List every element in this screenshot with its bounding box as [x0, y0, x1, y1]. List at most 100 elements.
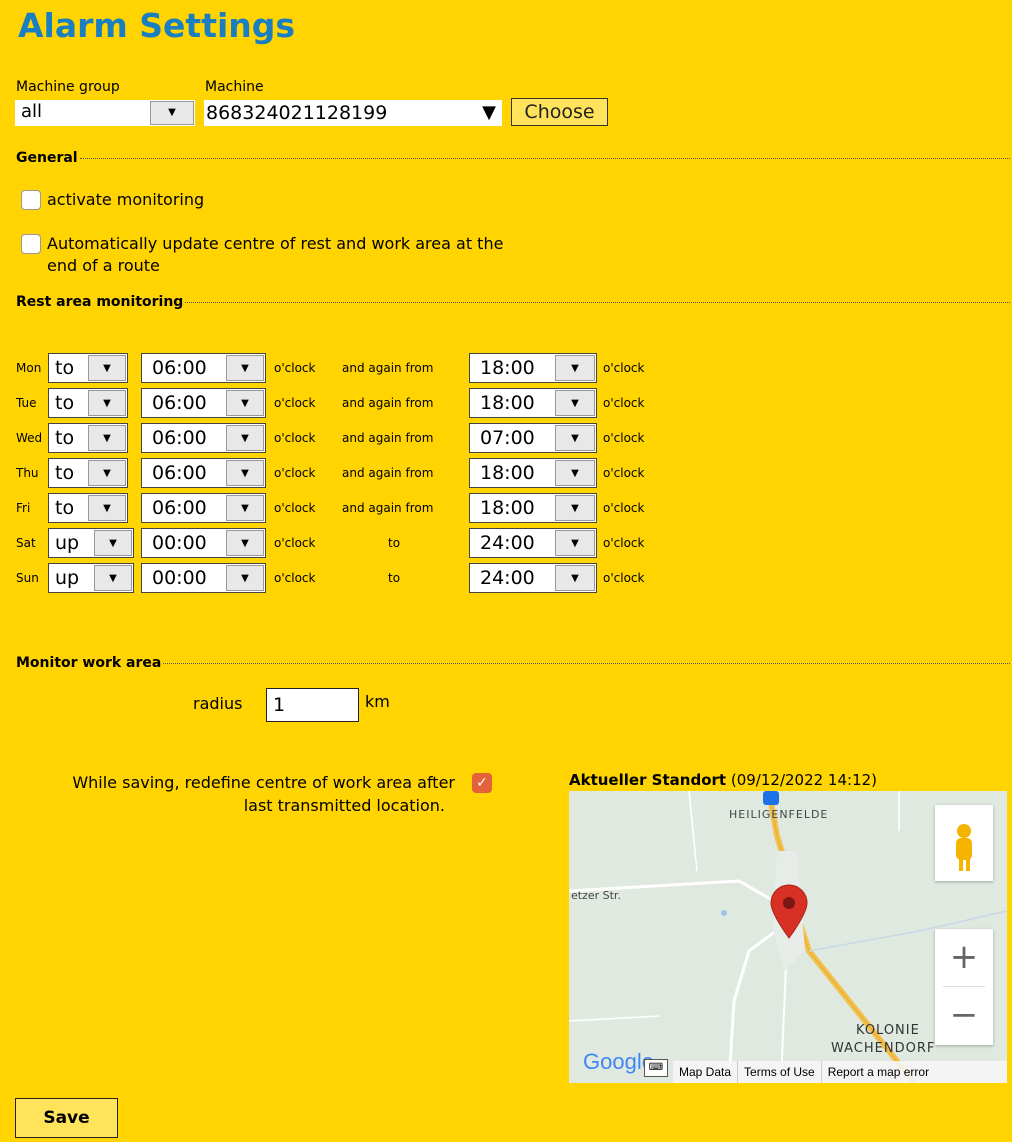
start-time-select[interactable]: 00:00 ▼	[141, 563, 266, 593]
oclock-label: o'clock	[603, 361, 645, 375]
transit-icon	[763, 791, 779, 805]
mode-select[interactable]: to ▼	[48, 388, 128, 418]
machine-group-select[interactable]: all ▼	[15, 100, 195, 126]
chevron-down-icon: ▼	[226, 425, 264, 451]
machine-group-value: all	[21, 101, 43, 122]
zoom-controls: + −	[935, 929, 993, 1045]
oclock-label: o'clock	[274, 571, 316, 585]
map-view[interactable]: HEILIGENFELDE etzer Str. KOLONIE WACHEND…	[569, 791, 1007, 1083]
end-time-select[interactable]: 18:00 ▼	[469, 458, 597, 488]
oclock-label: o'clock	[603, 571, 645, 585]
rest-row-sat: Sat up ▼ 00:00 ▼ o'clock to 24:00 ▼ o'clock	[0, 528, 700, 558]
start-time-value: 06:00	[152, 497, 207, 519]
chevron-down-icon: ▼	[226, 355, 264, 381]
zoom-out-button[interactable]: −	[935, 987, 993, 1044]
section-rest-area: Rest area monitoring	[16, 294, 1010, 310]
start-time-value: 00:00	[152, 567, 207, 589]
map-data-link[interactable]: Map Data	[673, 1061, 737, 1083]
auto-update-checkbox[interactable]	[21, 234, 41, 254]
mode-select[interactable]: to ▼	[48, 458, 128, 488]
chevron-down-icon: ▼	[555, 355, 595, 381]
section-work-area: Monitor work area	[16, 655, 1010, 671]
oclock-label: o'clock	[274, 396, 316, 410]
middle-label: and again from	[342, 396, 434, 410]
end-time-select[interactable]: 18:00 ▼	[469, 388, 597, 418]
chevron-down-icon: ▼	[94, 530, 132, 556]
end-time-select[interactable]: 24:00 ▼	[469, 563, 597, 593]
start-time-select[interactable]: 06:00 ▼	[141, 353, 266, 383]
end-time-value: 07:00	[480, 427, 535, 449]
mode-value: to	[55, 462, 75, 484]
middle-label: to	[388, 536, 401, 550]
chevron-down-icon: ▼	[226, 390, 264, 416]
mode-select[interactable]: up ▼	[48, 528, 134, 558]
mode-select[interactable]: to ▼	[48, 493, 128, 523]
auto-update-label-line1: Automatically update centre of rest and …	[47, 234, 504, 253]
redefine-checkbox[interactable]: ✓	[472, 773, 492, 793]
mode-value: to	[55, 427, 75, 449]
chevron-down-icon: ▼	[88, 390, 126, 416]
chevron-down-icon: ▼	[88, 425, 126, 451]
start-time-select[interactable]: 06:00 ▼	[141, 423, 266, 453]
chevron-down-icon: ▼	[226, 495, 264, 521]
radius-unit: km	[365, 692, 390, 711]
zoom-in-button[interactable]: +	[935, 929, 993, 986]
rest-row-mon: Mon to ▼ 06:00 ▼ o'clock and again from 18:00 ▼ o…	[0, 353, 700, 383]
activate-monitoring-checkbox[interactable]	[21, 190, 41, 210]
day-label: Tue	[16, 396, 37, 410]
report-map-error-link[interactable]: Report a map error	[820, 1061, 935, 1083]
divider	[79, 157, 1010, 159]
end-time-select[interactable]: 18:00 ▼	[469, 353, 597, 383]
start-time-select[interactable]: 06:00 ▼	[141, 493, 266, 523]
chevron-down-icon: ▼	[226, 460, 264, 486]
current-location-heading: Aktueller Standort (09/12/2022 14:12)	[569, 771, 877, 789]
chevron-down-icon: ▼	[94, 565, 132, 591]
day-label: Thu	[16, 466, 39, 480]
end-time-select[interactable]: 18:00 ▼	[469, 493, 597, 523]
start-time-select[interactable]: 06:00 ▼	[141, 388, 266, 418]
start-time-value: 06:00	[152, 392, 207, 414]
divider	[185, 301, 1010, 303]
machine-select[interactable]: 868324021128199 ▼	[204, 100, 502, 126]
chevron-down-icon: ▼	[555, 425, 595, 451]
oclock-label: o'clock	[603, 536, 645, 550]
rest-row-thu: Thu to ▼ 06:00 ▼ o'clock and again from 18:00 ▼ o…	[0, 458, 700, 488]
chevron-down-icon: ▼	[88, 495, 126, 521]
checkmark-icon: ✓	[476, 775, 488, 791]
current-location-timestamp: (09/12/2022 14:12)	[730, 771, 878, 789]
mode-value: to	[55, 357, 75, 379]
oclock-label: o'clock	[274, 536, 316, 550]
day-label: Wed	[16, 431, 43, 445]
choose-button[interactable]: Choose	[511, 98, 608, 126]
start-time-select[interactable]: 06:00 ▼	[141, 458, 266, 488]
chevron-down-icon: ▼	[88, 460, 126, 486]
end-time-select[interactable]: 07:00 ▼	[469, 423, 597, 453]
day-label: Mon	[16, 361, 42, 375]
mode-select[interactable]: to ▼	[48, 353, 128, 383]
rest-row-tue: Tue to ▼ 06:00 ▼ o'clock and again from 18:00 ▼ o…	[0, 388, 700, 418]
mode-select[interactable]: up ▼	[48, 563, 134, 593]
start-time-select[interactable]: 00:00 ▼	[141, 528, 266, 558]
page-title: Alarm Settings	[18, 6, 296, 45]
redefine-label-line2: last transmitted location.	[243, 796, 445, 815]
end-time-select[interactable]: 24:00 ▼	[469, 528, 597, 558]
terms-of-use-link[interactable]: Terms of Use	[737, 1061, 821, 1083]
divider	[163, 662, 1010, 664]
section-general-title: General	[16, 150, 78, 166]
middle-label: and again from	[342, 431, 434, 445]
machine-value: 868324021128199	[206, 102, 388, 124]
map-label-street: etzer Str.	[571, 889, 621, 902]
keyboard-icon[interactable]: ⌨	[644, 1059, 668, 1077]
middle-label: and again from	[342, 466, 434, 480]
chevron-down-icon: ▼	[555, 390, 595, 416]
oclock-label: o'clock	[274, 431, 316, 445]
middle-label: and again from	[342, 501, 434, 515]
save-button[interactable]: Save	[15, 1098, 118, 1138]
mode-select[interactable]: to ▼	[48, 423, 128, 453]
street-view-button[interactable]	[935, 805, 993, 881]
middle-label: and again from	[342, 361, 434, 375]
radius-input[interactable]: 1	[266, 688, 359, 722]
auto-update-label-line2: end of a route	[47, 256, 160, 275]
chevron-down-icon: ▼	[555, 460, 595, 486]
mode-value: up	[55, 567, 80, 589]
